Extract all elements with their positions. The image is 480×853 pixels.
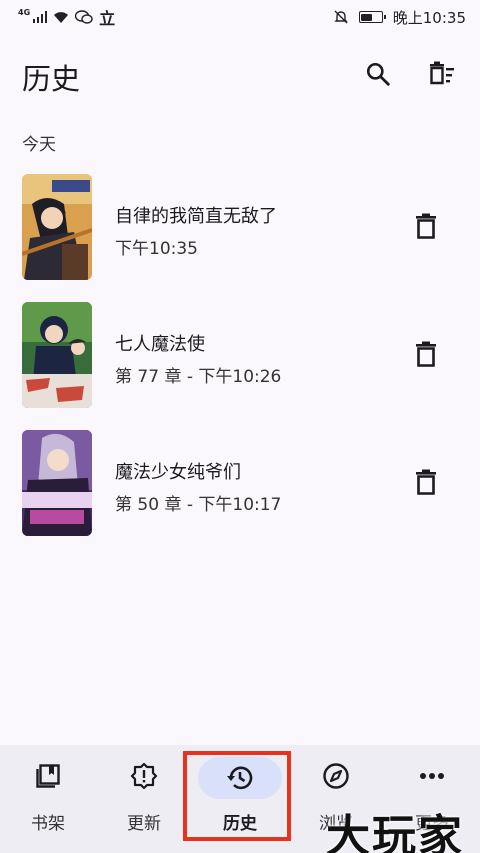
signal-icon: [33, 11, 48, 23]
history-item-title: 七人魔法使: [115, 334, 205, 355]
nav-icon-container: [198, 757, 282, 799]
delete-button[interactable]: [404, 460, 448, 504]
manga-cover[interactable]: [22, 302, 92, 408]
status-bar: 4G 立 晚上10:35: [0, 0, 480, 34]
manga-cover[interactable]: [22, 174, 92, 280]
nav-icon-container: [16, 760, 80, 792]
status-time: 晚上10:35: [392, 8, 466, 27]
watermark: 大玩家: [326, 811, 464, 853]
history-list: 自律的我简直无敌了 下午10:35 七人魔法使 第 77 章 - 下午10:26…: [0, 172, 480, 556]
library-icon: [36, 764, 60, 788]
history-item[interactable]: 自律的我简直无敌了 下午10:35: [0, 172, 480, 300]
nav-icon-container: [112, 760, 176, 792]
search-button[interactable]: [358, 54, 398, 94]
search-icon: [366, 62, 390, 86]
history-item-subtitle: 第 77 章 - 下午10:26: [115, 367, 282, 387]
trash-icon: [416, 213, 436, 239]
nav-label: 书架: [31, 814, 65, 834]
wechat-icon: [75, 10, 93, 24]
updates-icon: [130, 762, 158, 790]
history-item-subtitle: 第 50 章 - 下午10:17: [115, 495, 282, 515]
more-icon: [420, 773, 444, 779]
app-icon: 立: [99, 9, 116, 28]
nav-item-updates[interactable]: 更新: [96, 745, 192, 853]
section-header-today: 今天: [22, 135, 56, 155]
history-item-title: 自律的我简直无敌了: [115, 206, 277, 227]
nav-label: 历史: [223, 814, 257, 834]
history-item-subtitle: 下午10:35: [115, 239, 198, 259]
nav-icon-container: [304, 760, 368, 792]
battery-icon: [358, 11, 386, 23]
history-item-title: 魔法少女纯爷们: [115, 462, 241, 483]
nav-icon-container: [400, 760, 464, 792]
history-item[interactable]: 七人魔法使 第 77 章 - 下午10:26: [0, 300, 480, 428]
delete-button[interactable]: [404, 204, 448, 248]
compass-icon: [323, 763, 349, 789]
history-icon: [227, 766, 253, 790]
clear-history-icon: [430, 61, 454, 85]
clear-history-button[interactable]: [422, 54, 462, 94]
nav-label: 更新: [127, 814, 161, 834]
app-bar: 历史: [0, 46, 480, 106]
nav-item-library[interactable]: 书架: [0, 745, 96, 853]
trash-icon: [416, 469, 436, 495]
mute-icon: [334, 10, 348, 24]
trash-icon: [416, 341, 436, 367]
network-type: 4G: [18, 7, 31, 17]
nav-item-history[interactable]: 历史: [192, 745, 288, 853]
delete-button[interactable]: [404, 332, 448, 376]
manga-cover[interactable]: [22, 430, 92, 536]
history-item[interactable]: 魔法少女纯爷们 第 50 章 - 下午10:17: [0, 428, 480, 556]
page-title: 历史: [22, 62, 81, 96]
wifi-icon: [54, 11, 69, 23]
